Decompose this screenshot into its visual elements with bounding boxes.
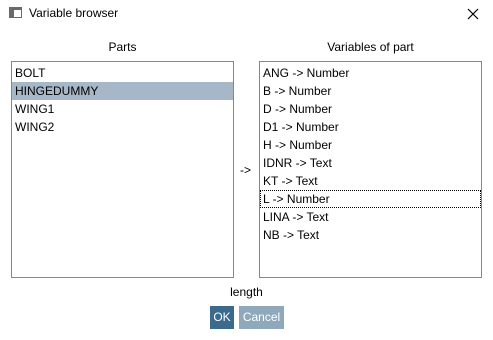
list-item-hingedummy[interactable]: HINGEDUMMY <box>12 82 233 100</box>
list-item-lina[interactable]: LINA -> Text <box>260 208 481 226</box>
variables-label: Variables of part <box>327 40 414 54</box>
window-icon <box>9 7 22 18</box>
list-item-wing2[interactable]: WING2 <box>12 118 233 136</box>
list-item-bolt[interactable]: BOLT <box>12 64 233 82</box>
list-item-b[interactable]: B -> Number <box>260 82 481 100</box>
list-item-d[interactable]: D -> Number <box>260 100 481 118</box>
close-button[interactable] <box>453 0 493 28</box>
list-item-d1[interactable]: D1 -> Number <box>260 118 481 136</box>
window-title: Variable browser <box>29 6 119 20</box>
variable-browser-window: Variable browser Parts Variables of part… <box>0 0 493 340</box>
ok-button[interactable]: OK <box>210 306 234 329</box>
list-item-idnr[interactable]: IDNR -> Text <box>260 154 481 172</box>
list-item-ang[interactable]: ANG -> Number <box>260 64 481 82</box>
list-item-kt[interactable]: KT -> Text <box>260 172 481 190</box>
parts-list[interactable]: BOLT HINGEDUMMY WING1 WING2 <box>11 61 234 278</box>
cancel-button[interactable]: Cancel <box>239 306 284 329</box>
list-item-h[interactable]: H -> Number <box>260 136 481 154</box>
list-item-wing1[interactable]: WING1 <box>12 100 233 118</box>
arrow-label: -> <box>240 163 252 177</box>
list-item-l[interactable]: L -> Number <box>260 190 481 208</box>
variables-list[interactable]: ANG -> Number B -> Number D -> Number D1… <box>259 61 482 278</box>
close-icon <box>467 8 479 20</box>
parts-label: Parts <box>108 40 137 54</box>
title-bar: Variable browser <box>0 0 493 28</box>
variable-description: length <box>230 285 263 299</box>
list-item-nb[interactable]: NB -> Text <box>260 226 481 244</box>
